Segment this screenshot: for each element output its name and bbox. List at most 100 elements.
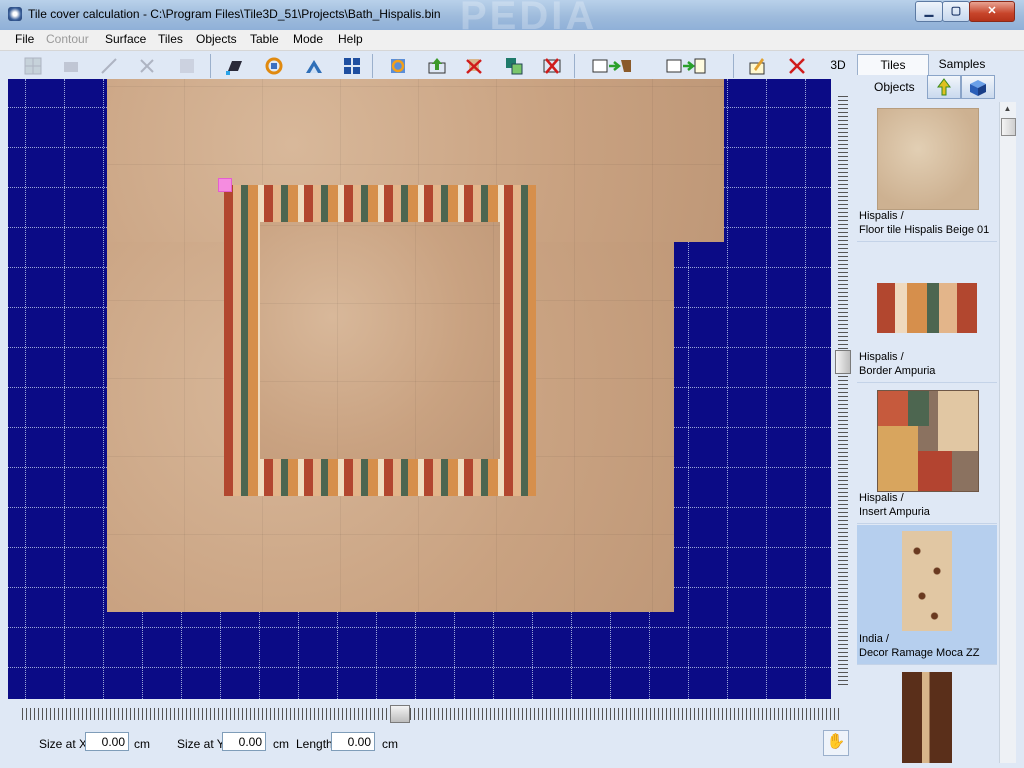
objects-label: Objects (874, 80, 915, 94)
grid-tool-button[interactable] (18, 52, 48, 80)
length-unit: cm (382, 737, 398, 751)
size-x-field[interactable] (85, 732, 129, 751)
cross-icon (140, 59, 154, 73)
remove-grid-button[interactable] (537, 52, 567, 80)
refresh-tiles-button[interactable] (383, 52, 413, 80)
scrollbar-thumb[interactable] (1001, 118, 1016, 136)
grid-line-vertical (25, 79, 26, 699)
close-icon (789, 58, 805, 74)
tab-samples[interactable]: Samples (927, 54, 997, 74)
tile-collection: India / (859, 633, 889, 645)
menu-file[interactable]: File (15, 32, 34, 46)
maximize-button[interactable]: ▢ (942, 1, 970, 22)
tile-collection: Hispalis / (859, 351, 904, 363)
menu-tiles[interactable]: Tiles (158, 32, 183, 46)
layout-tool-button[interactable] (337, 52, 367, 80)
delete-tile-button[interactable] (459, 52, 489, 80)
surface-tool-button[interactable] (56, 52, 86, 80)
toolbar-separator (210, 54, 211, 78)
arrow-up-icon (428, 58, 446, 74)
copy-icon (506, 58, 523, 75)
tile-thumbnail (877, 283, 977, 333)
horizontal-slider-thumb[interactable] (390, 705, 410, 723)
hand-icon: ✋ (826, 733, 846, 750)
grid-line-vertical (805, 79, 806, 699)
menu-objects[interactable]: Objects (196, 32, 237, 46)
vertical-slider[interactable] (833, 95, 853, 685)
3d-objects-button[interactable] (961, 75, 995, 99)
blank-tool-button[interactable] (172, 52, 202, 80)
scroll-up-arrow[interactable]: ▲ (1002, 104, 1013, 115)
length-field[interactable] (331, 732, 375, 751)
tile-name: Border Ampuria (859, 365, 936, 377)
close-project-button[interactable] (782, 52, 812, 80)
list-item[interactable]: Hispalis / Floor tile Hispalis Beige 01 (857, 102, 997, 242)
grid-line-vertical (766, 79, 767, 699)
selection-handle[interactable] (218, 178, 232, 192)
size-y-field[interactable] (222, 732, 266, 751)
tile-list-scrollbar[interactable]: ▲ (999, 102, 1016, 763)
grid-line-horizontal (8, 627, 831, 628)
list-item[interactable]: Hispalis / Insert Ampuria (857, 384, 997, 524)
mountain-tool-button[interactable] (299, 52, 329, 80)
edit-price-button[interactable] (742, 52, 772, 80)
rotate-tiles-button[interactable] (259, 52, 289, 80)
tile-thumbnail (902, 672, 952, 763)
close-button[interactable]: ✕ (969, 1, 1015, 22)
tile-name: Decor Ramage Moca ZZ (859, 647, 980, 659)
3d-box-icon (970, 80, 986, 96)
cut-tool-button[interactable] (132, 52, 162, 80)
tile-list: Hispalis / Floor tile Hispalis Beige 01 … (857, 102, 997, 763)
toolbar-separator (574, 54, 575, 78)
arrow-up-icon (937, 78, 951, 96)
size-fields-bar: Size at X cm Size at Y cm Length cm (0, 730, 850, 760)
export-document-button[interactable] (660, 52, 706, 80)
size-y-unit: cm (273, 737, 289, 751)
length-label: Length (296, 737, 333, 751)
list-item[interactable]: Hispalis / Border Ampuria (857, 243, 997, 383)
tile-name: Insert Ampuria (859, 506, 930, 518)
blank-tile-icon (180, 59, 194, 73)
edit-price-icon (749, 58, 765, 75)
grid-line-horizontal (8, 667, 831, 668)
app-icon[interactable] (8, 7, 22, 21)
floor-icon (226, 61, 242, 75)
menu-table[interactable]: Table (250, 32, 279, 46)
horizontal-slider[interactable] (22, 704, 842, 724)
toolbar-separator (733, 54, 734, 78)
list-item[interactable] (857, 666, 997, 763)
drawing-canvas[interactable] (8, 79, 831, 699)
tiles-panel: Tiles Samples Objects Hispalis / Floor t… (855, 51, 1016, 763)
floor-tool-button[interactable] (220, 52, 250, 80)
tile-collection: Hispalis / (859, 492, 904, 504)
copy-tile-button[interactable] (499, 52, 529, 80)
pan-hand-button[interactable]: ✋ (823, 730, 849, 756)
move-up-button[interactable] (422, 52, 452, 80)
tile-thumbnail (902, 531, 952, 631)
list-item-selected[interactable]: India / Decor Ramage Moca ZZ (857, 525, 997, 665)
grid-icon (24, 57, 42, 75)
menu-contour[interactable]: Contour (46, 32, 89, 46)
grid-line-vertical (64, 79, 65, 699)
export-form-button[interactable] (586, 52, 631, 80)
vertical-slider-thumb[interactable] (835, 350, 851, 374)
menu-surface[interactable]: Surface (105, 32, 146, 46)
menu-bar: File Contour Surface Tiles Objects Table… (0, 30, 1024, 51)
menu-help[interactable]: Help (338, 32, 363, 46)
menu-mode[interactable]: Mode (293, 32, 323, 46)
tab-tiles[interactable]: Tiles (857, 54, 929, 75)
surface-icon (64, 62, 78, 72)
tile-collection: Hispalis / (859, 210, 904, 222)
size-x-label: Size at X (39, 737, 88, 751)
view-3d-button[interactable]: 3D (823, 54, 853, 76)
level-up-button[interactable] (927, 75, 961, 99)
rotate-icon (265, 57, 283, 75)
export-form-icon (592, 59, 631, 73)
tile-thumbnail (877, 108, 979, 210)
diagonal-icon (101, 58, 117, 74)
refresh-icon (391, 59, 405, 73)
minimize-button[interactable]: ▁ (915, 1, 943, 22)
diagonal-tool-button[interactable] (94, 52, 124, 80)
inner-floor-area[interactable] (260, 222, 500, 459)
delete-tile-icon (466, 59, 482, 74)
